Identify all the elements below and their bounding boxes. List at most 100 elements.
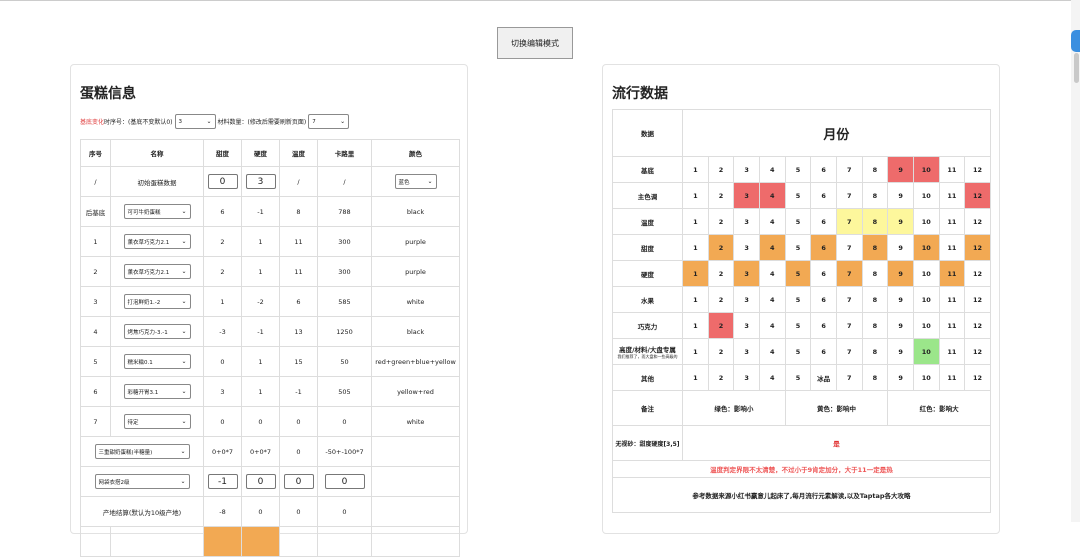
chevron-down-icon: ⌄	[181, 418, 187, 425]
material-select[interactable]: 薰衣草巧克力2.1 ⌄	[123, 234, 191, 249]
col-header: 卡路里	[317, 139, 372, 167]
month-cell: 11	[938, 208, 966, 235]
color-value: purple	[371, 256, 460, 287]
month-cell: 8	[861, 338, 889, 365]
month-cell: 1	[682, 312, 709, 339]
temp-value: 8	[279, 196, 318, 227]
month-cell: 4	[758, 312, 786, 339]
hard-value: 1	[241, 346, 280, 377]
month-cell: 3	[733, 312, 760, 339]
sweet-value: -3	[203, 316, 242, 347]
hard-value: 1	[241, 376, 280, 407]
sequence-select[interactable]: 3 ⌄	[174, 114, 216, 129]
row-label: 甜度	[612, 234, 683, 261]
empty-cell	[371, 496, 460, 527]
month-cell: 6	[810, 260, 837, 287]
month-cell: 11	[938, 364, 966, 391]
place-temp: 0	[279, 496, 318, 527]
material-select[interactable]: 薰衣草巧克力2.1 ⌄	[123, 264, 191, 279]
material-count-select[interactable]: 7 ⌄	[308, 114, 350, 129]
month-cell: 2	[707, 364, 735, 391]
popular-header: 数据 月份	[612, 109, 991, 157]
warning-text: 温度判定界限不太清楚，不过小于9肯定加分，大于11一定是热	[612, 460, 991, 478]
source-text: 参考数据来源小红书赢意儿起床了,每月流行元素解读,以及Taptap各大攻略	[612, 477, 991, 513]
month-cell: 8	[861, 156, 889, 183]
result-sweet-cell	[203, 526, 242, 557]
month-cell: 6	[810, 208, 837, 235]
extra-hard-input[interactable]: 0	[245, 474, 276, 489]
month-cell: 8	[861, 208, 889, 235]
note-green: 绿色：影响小	[682, 390, 786, 426]
month-cell: 2	[707, 234, 735, 261]
cake-table: 序号 名称 甜度 硬度 温度 卡路里 颜色 / 初始蛋糕数据 0 3 / / 蓝…	[80, 139, 460, 557]
month-cell: 3	[733, 182, 760, 209]
extra-cal-input[interactable]: 0	[324, 474, 365, 489]
material-select[interactable]: 糯米糍0.1 ⌄	[123, 354, 191, 369]
chevron-down-icon: ⌄	[181, 358, 187, 365]
month-cell: 10	[912, 312, 940, 339]
extra-sweet-input[interactable]: -1	[207, 474, 238, 489]
month-cell: 4	[758, 234, 786, 261]
month-cell: 12	[964, 286, 991, 313]
row-no: 3	[80, 286, 111, 317]
month-cell: 1	[682, 338, 709, 365]
data-label: 数据	[612, 109, 683, 157]
month-cell: 9	[887, 260, 914, 287]
result-cell	[80, 526, 111, 557]
result-cell	[371, 526, 460, 557]
month-cell: 4	[758, 208, 786, 235]
base-cal: -50+-100*7	[317, 436, 372, 467]
ignore-row: 无视砂：甜度硬度[3,5] 是	[612, 425, 991, 461]
chevron-down-icon: ⌄	[181, 268, 187, 275]
month-cell: 4	[758, 156, 786, 183]
cake-info-panel: 蛋糕信息 基底变化 时序号：(基底不变默认0) 3 ⌄ 材料数量：(修改后需要刷新…	[70, 64, 468, 557]
month-cell: 10	[912, 260, 940, 287]
toggle-edit-mode-button[interactable]: 切换编辑模式	[497, 27, 573, 59]
extra-temp-input[interactable]: 0	[283, 474, 314, 489]
col-header: 颜色	[371, 139, 460, 167]
temp-value: 15	[279, 346, 318, 377]
extra-cal-cell: 0	[317, 466, 372, 497]
init-hard-input[interactable]: 3	[245, 174, 276, 189]
init-sweet-input[interactable]: 0	[207, 174, 238, 189]
row-no: 6	[80, 376, 111, 407]
month-cell: 7	[835, 286, 863, 313]
popular-row: 巧克力 1 2 3 4 5 6 7 8 9 10 11 12	[612, 312, 991, 339]
material-select[interactable]: 烤焦巧克力-3.-1 ⌄	[123, 324, 191, 339]
init-hard-cell: 3	[241, 166, 280, 197]
scrollbar-thumb[interactable]	[1074, 53, 1079, 83]
month-cell: 6	[810, 312, 837, 339]
material-select[interactable]: 彩糖开胃3.1 ⌄	[123, 384, 191, 399]
outfit-select[interactable]: 网袋衣搭2级 ⌄	[94, 474, 190, 489]
month-cell: 3	[733, 234, 760, 261]
init-sweet-cell: 0	[203, 166, 242, 197]
chevron-down-icon: ⌄	[180, 478, 186, 485]
material-select[interactable]: 可可牛奶蛋糕 ⌄	[123, 204, 191, 219]
month-cell: 2	[707, 208, 735, 235]
month-cell: 11	[938, 182, 966, 209]
popular-data-panel: 流行数据 数据 月份 基底 1 2 3 4 5 6 7 8 9 10 11 12 主色调 1 2 3 4 5 6 7 8 9…	[602, 64, 1000, 534]
material-row: 1 薰衣草巧克力2.1 ⌄ 2 1 11 300 purple	[80, 226, 460, 257]
material-row: 2 薰衣草巧克力2.1 ⌄ 2 1 11 300 purple	[80, 256, 460, 287]
month-cell: 10	[912, 364, 940, 391]
base-hard: 0+0*7	[241, 436, 280, 467]
month-cell: 1	[682, 182, 709, 209]
sweet-value: 1	[203, 286, 242, 317]
month-cell: 4	[758, 364, 786, 391]
row-label: 高度/材料/大盘专属 我们推荐了，而大盘和一些高级的	[612, 338, 683, 365]
month-cell: 9	[887, 208, 914, 235]
init-color-select[interactable]: 蓝色 ⌄	[394, 174, 437, 189]
material-cell: 可可牛奶蛋糕 ⌄	[110, 196, 204, 227]
side-float-tab[interactable]	[1071, 30, 1080, 52]
material-select[interactable]: 待定 ⌄	[123, 414, 191, 429]
top-border	[0, 0, 1080, 1]
base-cake-select[interactable]: 三重甜奶蛋糕(半糖量) ⌄	[94, 444, 190, 459]
extra-row: 网袋衣搭2级 ⌄ -1 0 0 0	[80, 466, 460, 497]
popular-row: 水果 1 2 3 4 5 6 7 8 9 10 11 12	[612, 286, 991, 313]
material-select[interactable]: 打泡鲜奶1.-2 ⌄	[123, 294, 191, 309]
month-cell: 10	[912, 182, 940, 209]
material-cell: 糯米糍0.1 ⌄	[110, 346, 204, 377]
popular-row: 温度 1 2 3 4 5 6 7 8 9 10 11 12	[612, 208, 991, 235]
month-cell: 6	[810, 182, 837, 209]
month-cell: 12	[964, 234, 991, 261]
